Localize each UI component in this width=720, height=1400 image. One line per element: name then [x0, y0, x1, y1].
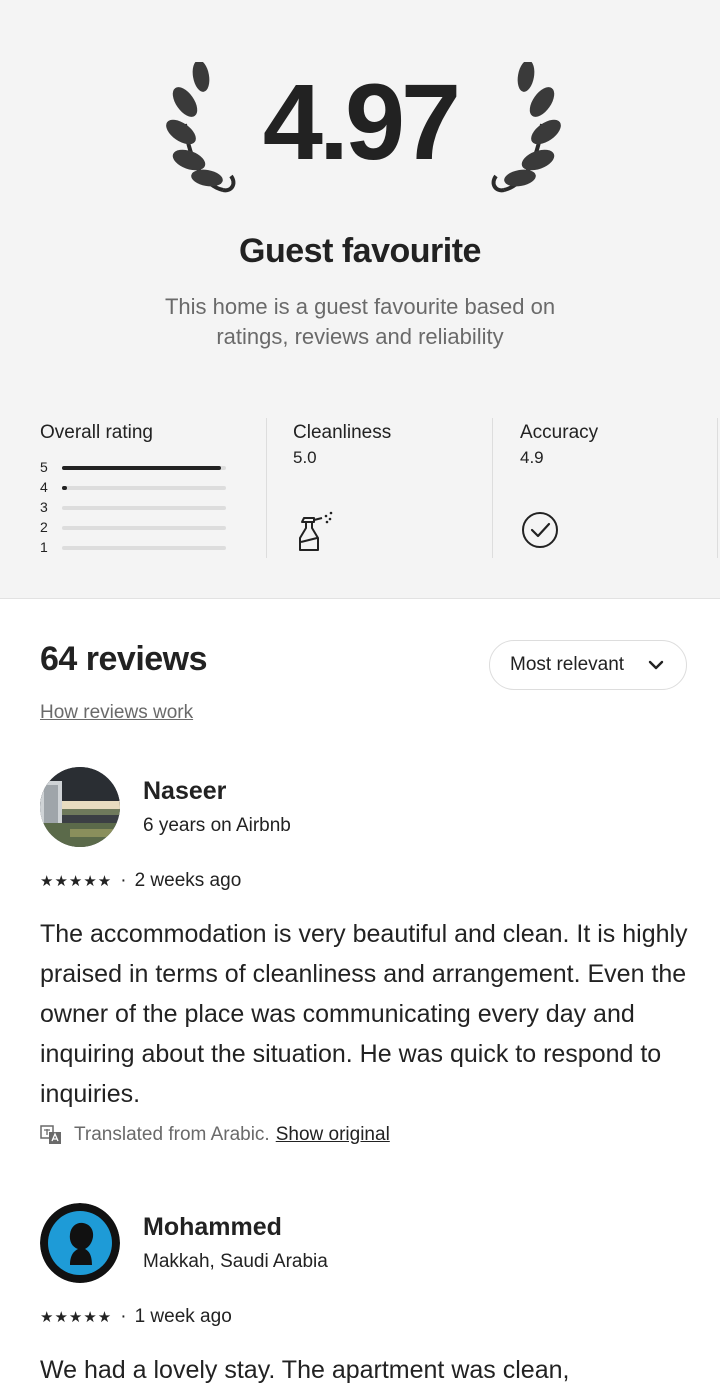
avatar[interactable] [40, 1203, 120, 1283]
overall-rating-title: Overall rating [40, 422, 153, 443]
reviews-count: 64 reviews [40, 640, 208, 678]
star-rating: ★★★★★ [40, 873, 113, 890]
cleanliness-title: Cleanliness [293, 422, 392, 443]
laurel-right-icon [491, 62, 561, 193]
review-meta: ★★★★★ · 2 weeks ago [40, 870, 241, 892]
rating-bar-fill [62, 466, 222, 470]
translated-from-label: Translated from Arabic. [74, 1124, 270, 1145]
review-date: 2 weeks ago [134, 870, 242, 891]
review-card: Naseer 6 years on Airbnb ★★★★★ · 2 weeks… [40, 767, 690, 1167]
separator-dot: · [120, 870, 127, 891]
reviewer-name[interactable]: Mohammed [143, 1213, 282, 1242]
review-date: 1 week ago [134, 1306, 232, 1327]
reviewer-location: Makkah, Saudi Arabia [143, 1251, 328, 1272]
review-text: We had a lovely stay. The apartment was … [40, 1356, 570, 1384]
rating-bar-track [62, 526, 226, 530]
rating-summary: 4.97 Guest favourite This home is a gues… [0, 0, 720, 599]
review-text: The accommodation is very beautiful and … [40, 920, 688, 1108]
rating-bar-track [62, 546, 226, 550]
show-original-link[interactable]: Show original [276, 1124, 390, 1146]
review-meta: ★★★★★ · 1 week ago [40, 1306, 232, 1328]
rating-bar-label: 2 [40, 519, 48, 535]
rating-bar-track [62, 506, 226, 510]
reviewer-subtitle: 6 years on Airbnb [143, 815, 291, 836]
category-divider [266, 418, 267, 558]
separator-dot: · [120, 1306, 127, 1327]
rating-bar-label: 1 [40, 539, 48, 555]
overall-rating-category: Overall rating [40, 420, 250, 560]
avatar[interactable] [40, 767, 120, 847]
star-rating: ★★★★★ [40, 1309, 113, 1326]
avatar-photo [40, 1203, 120, 1283]
rating-bar-fill [62, 486, 67, 490]
sort-dropdown-label: Most relevant [510, 654, 625, 675]
category-divider [492, 418, 493, 558]
translate-icon [40, 1125, 61, 1144]
review-card: Mohammed Makkah, Saudi Arabia ★★★★★ · 1 … [40, 1203, 690, 1400]
category-divider [717, 418, 718, 558]
check-circle-icon [522, 512, 558, 548]
rating-bar-label: 5 [40, 459, 48, 475]
translation-note: Translated from Arabic. Show original [40, 1124, 390, 1146]
overall-rating-score: 4.97 [262, 61, 461, 182]
spray-bottle-icon [299, 511, 333, 551]
cleanliness-value: 5.0 [293, 448, 317, 467]
accuracy-title: Accuracy [520, 422, 599, 443]
guest-favourite-description: This home is a guest favourite based on … [164, 294, 556, 349]
avatar-photo [40, 767, 120, 847]
rating-bar-label: 3 [40, 499, 48, 515]
guest-favourite-title: Guest favourite [239, 232, 481, 270]
accuracy-value: 4.9 [520, 448, 544, 467]
rating-bar-label: 4 [40, 479, 48, 495]
reviewer-name[interactable]: Naseer [143, 777, 226, 806]
rating-bar-track [62, 466, 226, 470]
rating-bar-track [62, 486, 226, 490]
sort-dropdown[interactable]: Most relevant [489, 640, 687, 690]
chevron-down-icon [648, 660, 664, 670]
how-reviews-work-link[interactable]: How reviews work [40, 702, 193, 724]
